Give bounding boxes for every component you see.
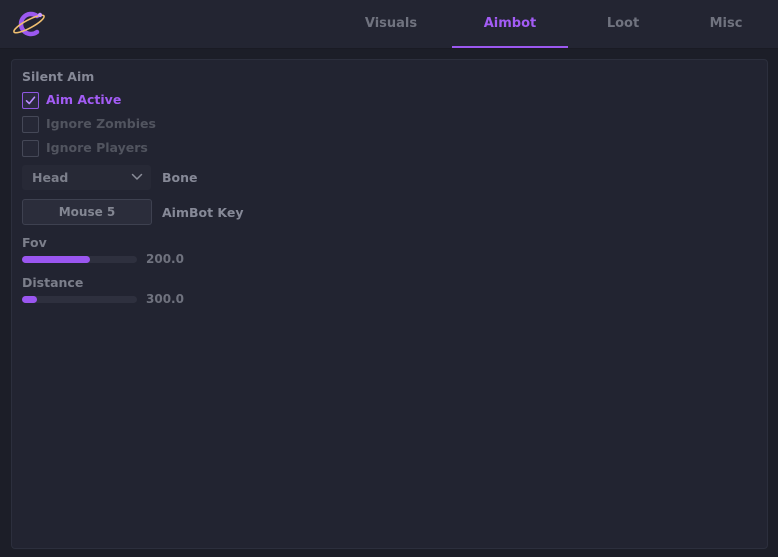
fov-slider-label: Fov: [22, 235, 47, 250]
bone-label: Bone: [162, 170, 198, 185]
slider-fill: [22, 296, 37, 303]
check-icon: [25, 96, 36, 105]
tab-loot[interactable]: Loot: [590, 0, 656, 48]
checkbox-box[interactable]: [22, 116, 39, 133]
bone-dropdown[interactable]: Head: [22, 165, 151, 190]
fov-slider[interactable]: [22, 256, 137, 263]
fov-value: 200.0: [146, 252, 184, 266]
top-bar: Visuals Aimbot Loot Misc: [0, 0, 778, 49]
checkbox-box[interactable]: [22, 92, 39, 109]
tab-aimbot[interactable]: Aimbot: [452, 0, 568, 48]
section-title: Silent Aim: [22, 69, 95, 84]
distance-slider-label: Distance: [22, 275, 84, 290]
distance-slider[interactable]: [22, 296, 137, 303]
chevron-down-icon: [131, 173, 143, 180]
planet-logo-icon: [13, 11, 45, 37]
active-tab-indicator: [452, 46, 568, 48]
slider-fill: [22, 256, 90, 263]
aimbot-key-button[interactable]: Mouse 5: [22, 199, 152, 225]
checkbox-label: Ignore Players: [46, 140, 148, 155]
checkbox-label: Ignore Zombies: [46, 116, 156, 131]
distance-value: 300.0: [146, 292, 184, 306]
tab-misc[interactable]: Misc: [698, 0, 754, 48]
checkbox-box[interactable]: [22, 140, 39, 157]
settings-panel: [11, 59, 768, 549]
checkbox-label: Aim Active: [46, 92, 122, 107]
aimbot-key-label: AimBot Key: [162, 205, 244, 220]
dropdown-value: Head: [32, 170, 69, 185]
tab-visuals[interactable]: Visuals: [352, 0, 430, 48]
